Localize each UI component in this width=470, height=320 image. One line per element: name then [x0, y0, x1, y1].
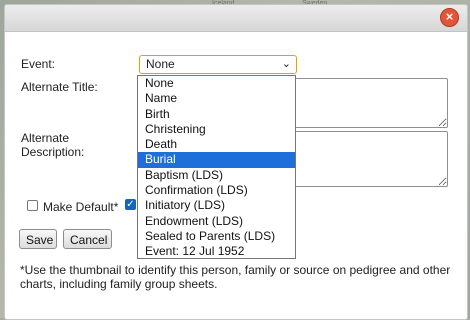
dialog-titlebar: ×	[5, 5, 467, 32]
event-option-birth[interactable]: Birth	[138, 107, 295, 122]
event-option-death[interactable]: Death	[138, 137, 295, 152]
event-option-sealed-to-parents-lds[interactable]: Sealed to Parents (LDS)	[138, 229, 295, 244]
thumbnail-note: *Use the thumbnail to identify this pers…	[20, 263, 451, 291]
event-option-confirmation-lds[interactable]: Confirmation (LDS)	[138, 183, 295, 198]
alternate-description-label-line1: Alternate	[21, 131, 70, 145]
event-option-baptism-lds[interactable]: Baptism (LDS)	[138, 168, 295, 183]
event-option-name[interactable]: Name	[138, 91, 295, 106]
event-option-burial[interactable]: Burial	[138, 152, 295, 168]
event-option-christening[interactable]: Christening	[138, 122, 295, 137]
alternate-description-label-line2: Description:	[21, 145, 85, 159]
event-label: Event:	[21, 57, 56, 71]
alternate-description-label: Alternate Description:	[21, 131, 84, 159]
event-dropdown-list[interactable]: None Name Birth Christening Death Burial…	[137, 75, 296, 259]
event-option-event-date[interactable]: Event: 12 Jul 1952	[138, 244, 295, 259]
event-option-endowment-lds[interactable]: Endowment (LDS)	[138, 214, 295, 229]
make-default-checkbox[interactable]	[27, 200, 38, 211]
cancel-button[interactable]: Cancel	[63, 229, 112, 249]
event-option-none[interactable]: None	[138, 76, 295, 91]
make-default-label: Make Default*	[43, 200, 119, 214]
save-button[interactable]: Save	[19, 229, 57, 249]
alternate-title-label: Alternate Title:	[21, 80, 98, 94]
second-checkbox[interactable]: ✓	[125, 199, 136, 210]
chevron-down-icon: ⌄	[281, 58, 291, 70]
event-select-value: None	[146, 57, 175, 71]
close-icon[interactable]: ×	[440, 8, 459, 27]
event-select[interactable]: None ⌄	[139, 55, 297, 74]
event-option-initiatory-lds[interactable]: Initiatory (LDS)	[138, 198, 295, 213]
